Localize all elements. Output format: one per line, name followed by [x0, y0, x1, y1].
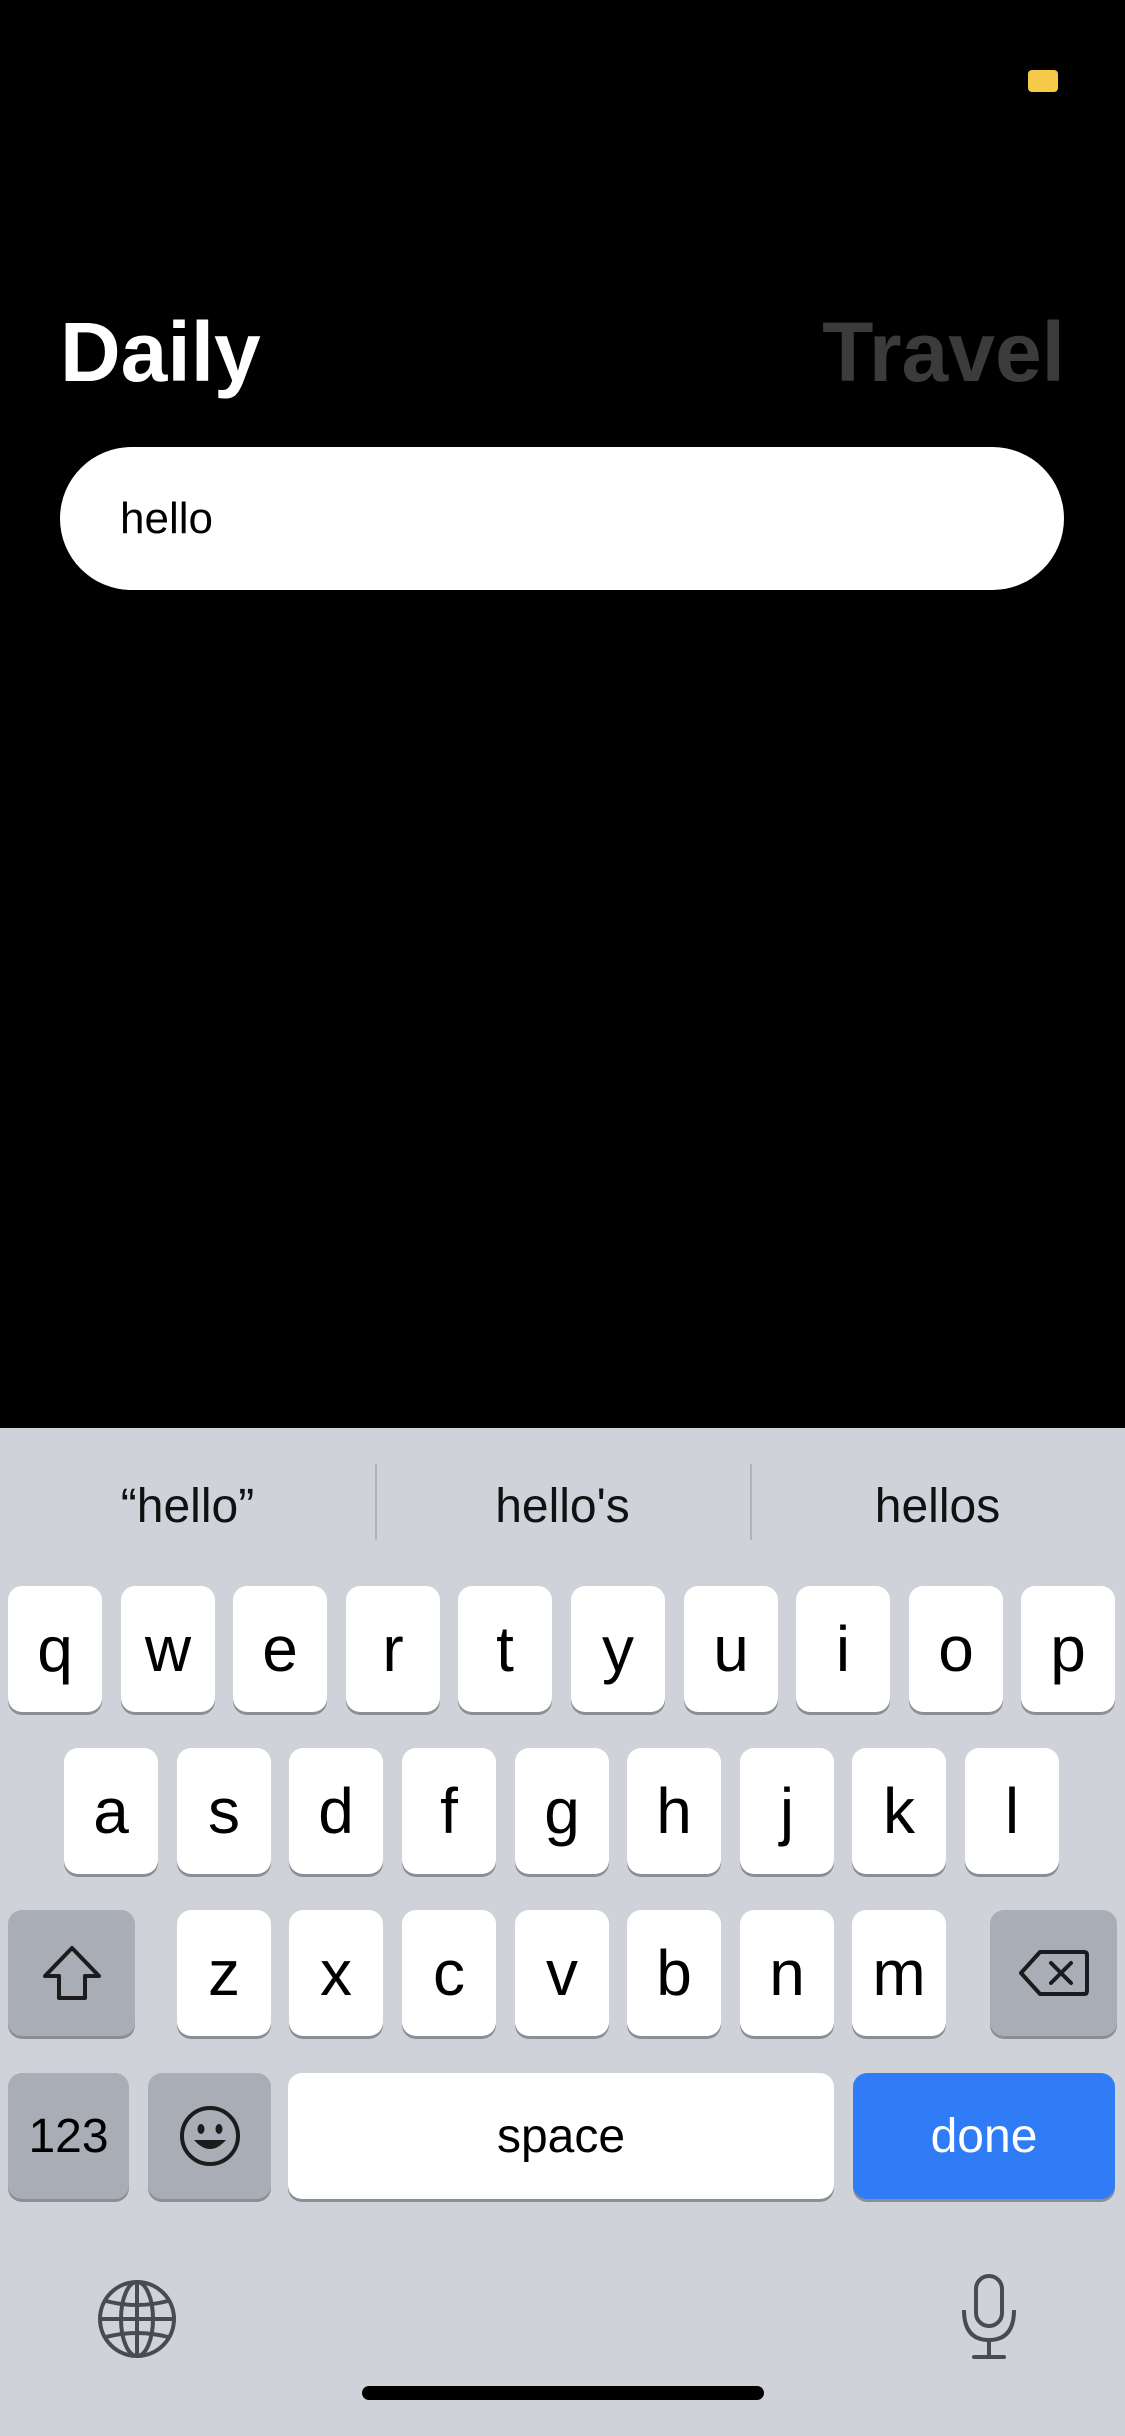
key-m[interactable]: m: [852, 1910, 946, 2036]
tab-travel[interactable]: Travel: [822, 302, 1065, 402]
key-p[interactable]: p: [1021, 1586, 1115, 1712]
key-f[interactable]: f: [402, 1748, 496, 1874]
status-indicator: [1028, 70, 1058, 92]
shift-icon: [41, 1944, 103, 2002]
globe-icon[interactable]: [96, 2278, 178, 2360]
key-a[interactable]: a: [64, 1748, 158, 1874]
tab-daily[interactable]: Daily: [60, 302, 261, 402]
key-n[interactable]: n: [740, 1910, 834, 2036]
search-input-value: hello: [120, 493, 213, 543]
key-b[interactable]: b: [627, 1910, 721, 2036]
suggestion-item[interactable]: hello's: [375, 1428, 750, 1584]
key-u[interactable]: u: [684, 1586, 778, 1712]
suggestion-bar: “hello” hello's hellos: [0, 1428, 1125, 1584]
keyboard: “hello” hello's hellos q w e r t y u i o…: [0, 1428, 1125, 2436]
key-g[interactable]: g: [515, 1748, 609, 1874]
key-y[interactable]: y: [571, 1586, 665, 1712]
numbers-key[interactable]: 123: [8, 2073, 129, 2199]
key-c[interactable]: c: [402, 1910, 496, 2036]
suggestion-item[interactable]: “hello”: [0, 1428, 375, 1584]
key-d[interactable]: d: [289, 1748, 383, 1874]
shift-key[interactable]: [8, 1910, 135, 2036]
emoji-icon: [178, 2104, 242, 2168]
microphone-icon[interactable]: [958, 2272, 1020, 2362]
search-input[interactable]: hello: [60, 447, 1064, 590]
key-v[interactable]: v: [515, 1910, 609, 2036]
key-r[interactable]: r: [346, 1586, 440, 1712]
key-i[interactable]: i: [796, 1586, 890, 1712]
key-l[interactable]: l: [965, 1748, 1059, 1874]
key-t[interactable]: t: [458, 1586, 552, 1712]
delete-icon: [1018, 1948, 1090, 1998]
key-w[interactable]: w: [121, 1586, 215, 1712]
delete-key[interactable]: [990, 1910, 1117, 2036]
key-h[interactable]: h: [627, 1748, 721, 1874]
key-s[interactable]: s: [177, 1748, 271, 1874]
done-key[interactable]: done: [853, 2073, 1115, 2199]
emoji-key[interactable]: [148, 2073, 271, 2199]
key-k[interactable]: k: [852, 1748, 946, 1874]
key-q[interactable]: q: [8, 1586, 102, 1712]
key-z[interactable]: z: [177, 1910, 271, 2036]
space-key[interactable]: space: [288, 2073, 834, 2199]
home-indicator: [362, 2386, 764, 2400]
key-e[interactable]: e: [233, 1586, 327, 1712]
key-j[interactable]: j: [740, 1748, 834, 1874]
key-o[interactable]: o: [909, 1586, 1003, 1712]
suggestion-item[interactable]: hellos: [750, 1428, 1125, 1584]
app-screen: Daily Travel hello “hello” hello's hello…: [0, 0, 1125, 2436]
key-x[interactable]: x: [289, 1910, 383, 2036]
